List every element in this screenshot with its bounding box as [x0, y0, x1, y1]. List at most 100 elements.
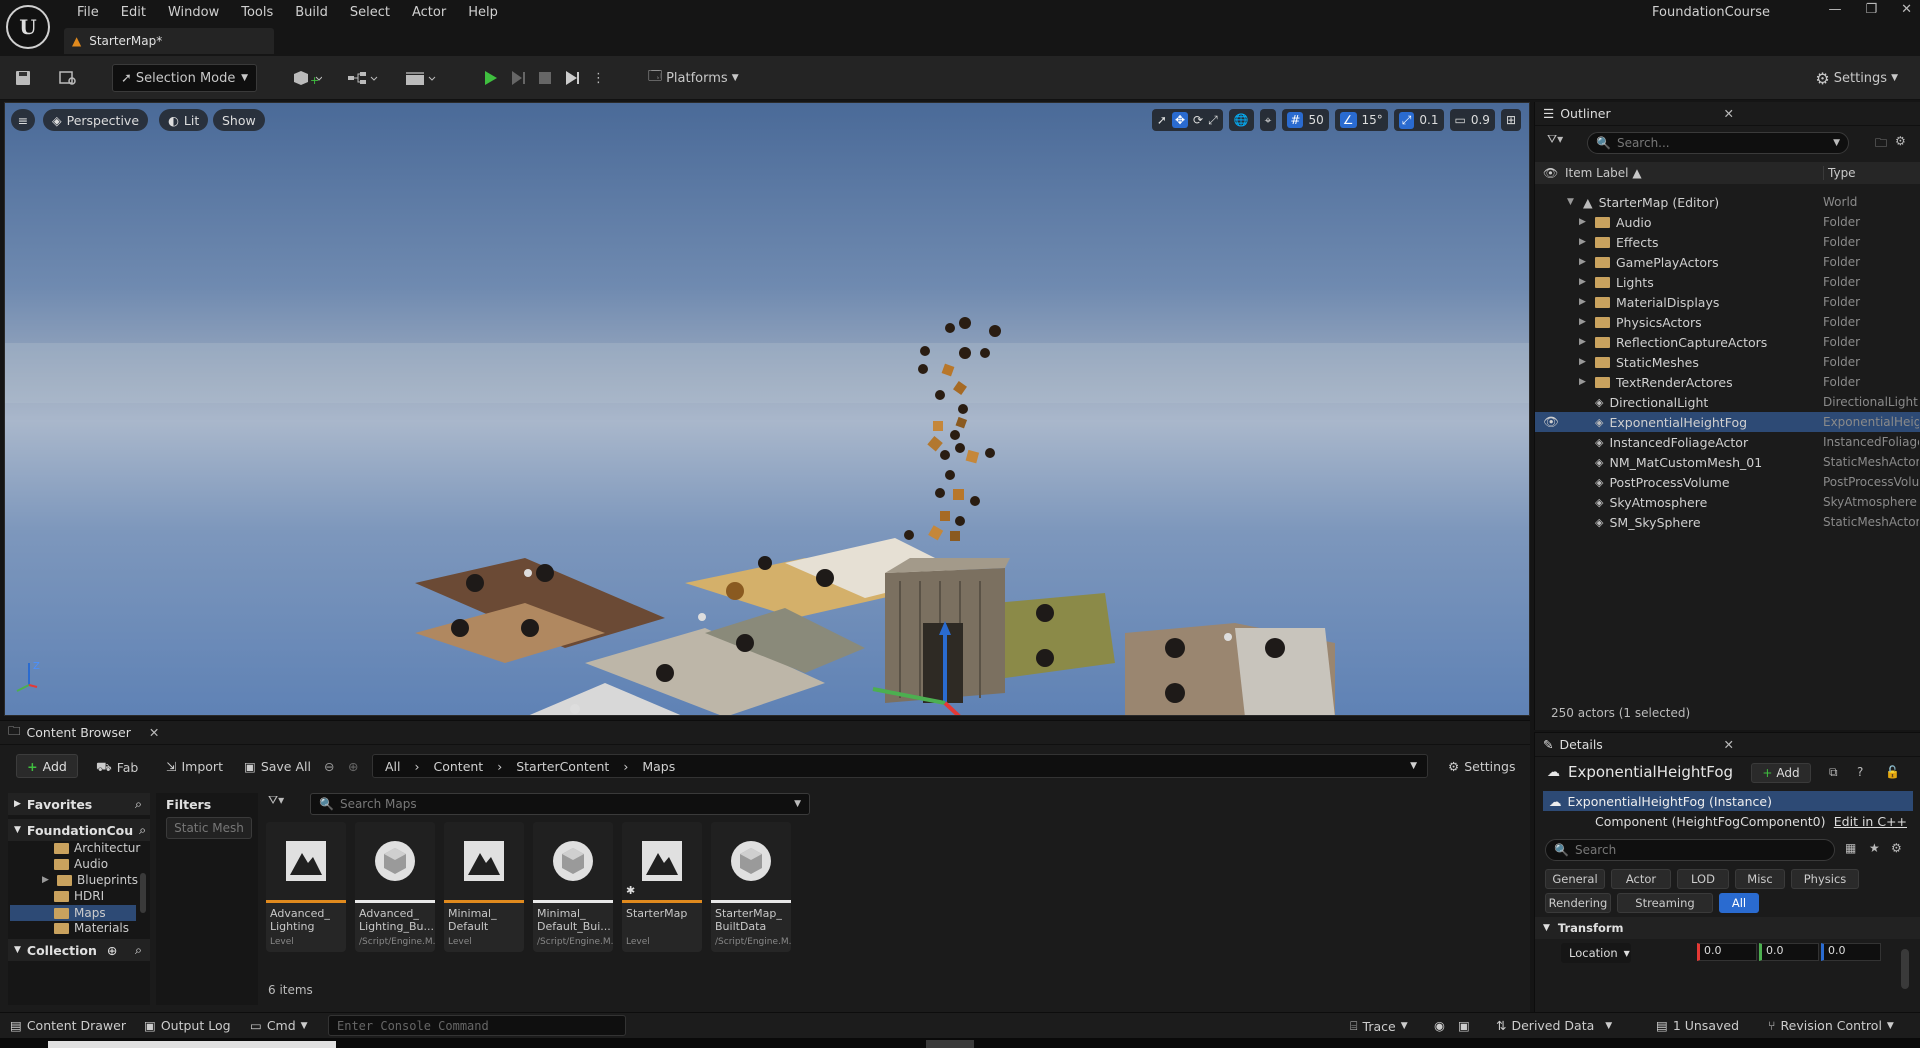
filter-all[interactable]: All [1719, 893, 1759, 913]
outliner-row[interactable]: ◈ DirectionalLight DirectionalLight [1535, 392, 1920, 412]
outliner-row[interactable]: ◈ NM_MatCustomMesh_01 StaticMeshActor [1535, 452, 1920, 472]
outliner-row-startermap[interactable]: ▼ ▲ StarterMap (Editor) World [1535, 192, 1920, 212]
instance-row[interactable]: ☁ ExponentialHeightFog (Instance) [1543, 791, 1913, 811]
eject-icon[interactable] [564, 70, 580, 86]
breadcrumb-maps[interactable]: Maps [642, 759, 675, 774]
help-icon[interactable]: ? [1857, 765, 1863, 779]
close-window-button[interactable]: ✕ [1901, 2, 1912, 17]
stop-icon[interactable] [538, 71, 552, 85]
details-scrollbar[interactable] [1901, 949, 1909, 989]
tree-item-materials[interactable]: Materials [54, 921, 129, 935]
menu-build[interactable]: Build [284, 2, 339, 23]
search-icon[interactable]: ⌕ [139, 822, 146, 838]
outliner-row[interactable]: 👁 ◈ ExponentialHeightFog ExponentialHeightF… [1535, 412, 1920, 432]
menu-select[interactable]: Select [339, 2, 401, 23]
trace-dropdown[interactable]: ⌸ Trace ▼ [1350, 1018, 1408, 1034]
settings-button[interactable]: ⚙ Settings ▼ [1815, 64, 1898, 92]
level-viewport[interactable]: Z ≡ ◈ Perspective ◐ Lit Show ➚ ✥ ⟳ ⤢ 🌐 ⌖… [4, 102, 1530, 716]
filter-lod[interactable]: LOD [1677, 869, 1729, 889]
location-dropdown[interactable]: Location ▼ [1561, 943, 1631, 963]
outliner-search-input[interactable]: 🔍 Search... ▼ [1587, 132, 1849, 154]
outliner-row[interactable]: ▶ PhysicsActors Folder [1535, 312, 1920, 332]
taskbar-app[interactable] [926, 1040, 974, 1048]
perspective-button[interactable]: ◈ Perspective [43, 109, 149, 131]
filter-misc[interactable]: Misc [1735, 869, 1785, 889]
add-collection-icon[interactable]: ⊕ [107, 943, 117, 958]
level-tab[interactable]: ▲ StarterMap* [64, 28, 274, 54]
content-browser-tab[interactable]: 🗀 Content Browser ✕ [0, 721, 1530, 745]
blueprint-icon[interactable] [346, 64, 380, 92]
selection-mode-dropdown[interactable]: ➚ Selection Mode ▼ [112, 64, 257, 92]
outliner-row[interactable]: ▶ MaterialDisplays Folder [1535, 292, 1920, 312]
breadcrumb-startercontent[interactable]: StarterContent [516, 759, 609, 774]
asset-tile[interactable]: Advanced_ Lighting Level [266, 822, 346, 952]
outliner-row[interactable]: ▶ TextRenderActores Folder [1535, 372, 1920, 392]
save-icon[interactable] [14, 64, 32, 92]
outliner-row[interactable]: ▶ Lights Folder [1535, 272, 1920, 292]
scale-snap[interactable]: ⤢ 0.1 [1393, 109, 1444, 131]
static-mesh-filter[interactable]: Static Mesh [166, 817, 252, 839]
search-icon[interactable]: ⌕ [135, 942, 142, 958]
import-button[interactable]: ⇲ Import [166, 759, 223, 774]
outliner-row[interactable]: ▶ ReflectionCaptureActors Folder [1535, 332, 1920, 352]
collection-header[interactable]: ▼ Collection ⊕ ⌕ [8, 939, 150, 961]
cb-settings-button[interactable]: ⚙ Settings [1448, 759, 1516, 774]
outliner-row[interactable]: ▶ GamePlayActors Folder [1535, 252, 1920, 272]
tree-item-maps[interactable]: Maps [10, 905, 136, 921]
asset-tile[interactable]: StarterMap_ BuiltData/Script/Engine.M... [711, 822, 791, 952]
rotate-tool-icon[interactable]: ⟳ [1193, 113, 1203, 127]
column-type[interactable]: Type [1823, 166, 1856, 180]
asset-tile[interactable]: Advanced_ Lighting_Bu... /Script/Engine.M… [355, 822, 435, 952]
blueprint-icon[interactable]: ⧉ [1829, 765, 1838, 780]
scale-tool-icon[interactable]: ⤢ [1208, 113, 1218, 128]
menu-edit[interactable]: Edit [110, 2, 157, 23]
content-drawer-button[interactable]: ▤ Content Drawer [10, 1018, 126, 1033]
close-icon[interactable]: ✕ [149, 725, 159, 740]
gear-icon[interactable]: ⚙ [1891, 841, 1902, 855]
restore-button[interactable]: ❐ [1865, 2, 1877, 17]
filter-general[interactable]: General [1545, 869, 1605, 889]
viewport-options-button[interactable]: ≡ [11, 109, 35, 131]
details-add-button[interactable]: + Add [1751, 763, 1811, 783]
location-y-field[interactable]: 0.0 [1759, 943, 1819, 961]
minimize-button[interactable]: — [1828, 2, 1841, 17]
filter-icon[interactable]: ⛛▾ [268, 793, 284, 808]
asset-tile[interactable]: Minimal_ Default Level [444, 822, 524, 952]
details-tab[interactable]: ✎ Details ✕ [1535, 733, 1920, 757]
revision-control-button[interactable]: ⑂ Revision Control ▼ [1768, 1018, 1894, 1033]
asset-search-input[interactable]: 🔍 Search Maps ▼ [310, 793, 810, 815]
outliner-row[interactable]: ◈ InstancedFoliageActor InstancedFoliageAc… [1535, 432, 1920, 452]
add-actor-icon[interactable]: + [292, 64, 322, 92]
history-back-icon[interactable]: ⊖ [324, 759, 334, 774]
location-x-field[interactable]: 0.0 [1697, 943, 1757, 961]
gear-icon[interactable]: ⚙ [1895, 134, 1906, 148]
breadcrumb-content[interactable]: Content [434, 759, 484, 774]
tree-item-blueprints[interactable]: ▶ Blueprints [42, 873, 138, 887]
visibility-icon[interactable]: 👁 [1543, 166, 1558, 180]
output-log-button[interactable]: ▣ Output Log [144, 1018, 231, 1033]
rotation-snap[interactable]: ∠ 15° [1334, 109, 1388, 131]
chevron-down-icon[interactable]: ▼ [1410, 761, 1417, 771]
outliner-row[interactable]: ▶ Effects Folder [1535, 232, 1920, 252]
menu-actor[interactable]: Actor [401, 2, 457, 23]
outliner-row[interactable]: ▶ StaticMeshes Folder [1535, 352, 1920, 372]
filter-actor[interactable]: Actor [1611, 869, 1671, 889]
world-local-icon[interactable]: 🌐 [1228, 109, 1254, 131]
component-row[interactable]: Component (HeightFogComponent0) Edit in … [1543, 811, 1913, 831]
move-tool-icon[interactable]: ✥ [1171, 112, 1189, 128]
outliner-row[interactable]: ▶ Audio Folder [1535, 212, 1920, 232]
star-icon[interactable]: ★ [1869, 841, 1880, 855]
breadcrumb-all[interactable]: All [385, 759, 401, 774]
console-input[interactable]: Enter Console Command [328, 1015, 626, 1036]
search-icon[interactable]: ⌕ [135, 796, 142, 812]
menu-window[interactable]: Window [157, 2, 230, 23]
fab-button[interactable]: ⛟ Fab [96, 759, 138, 776]
filter-streaming[interactable]: Streaming [1617, 893, 1713, 913]
tree-scrollbar[interactable] [140, 873, 146, 913]
add-folder-icon[interactable]: 🗀 [1875, 134, 1887, 155]
grid-snap[interactable]: # 50 [1282, 109, 1329, 131]
tree-item-architecture[interactable]: Architectur [54, 841, 140, 855]
lit-button[interactable]: ◐ Lit [159, 109, 209, 131]
select-tool-icon[interactable]: ➚ [1157, 113, 1167, 127]
outliner-row[interactable]: ◈ SM_SkySphere StaticMeshActor [1535, 512, 1920, 532]
